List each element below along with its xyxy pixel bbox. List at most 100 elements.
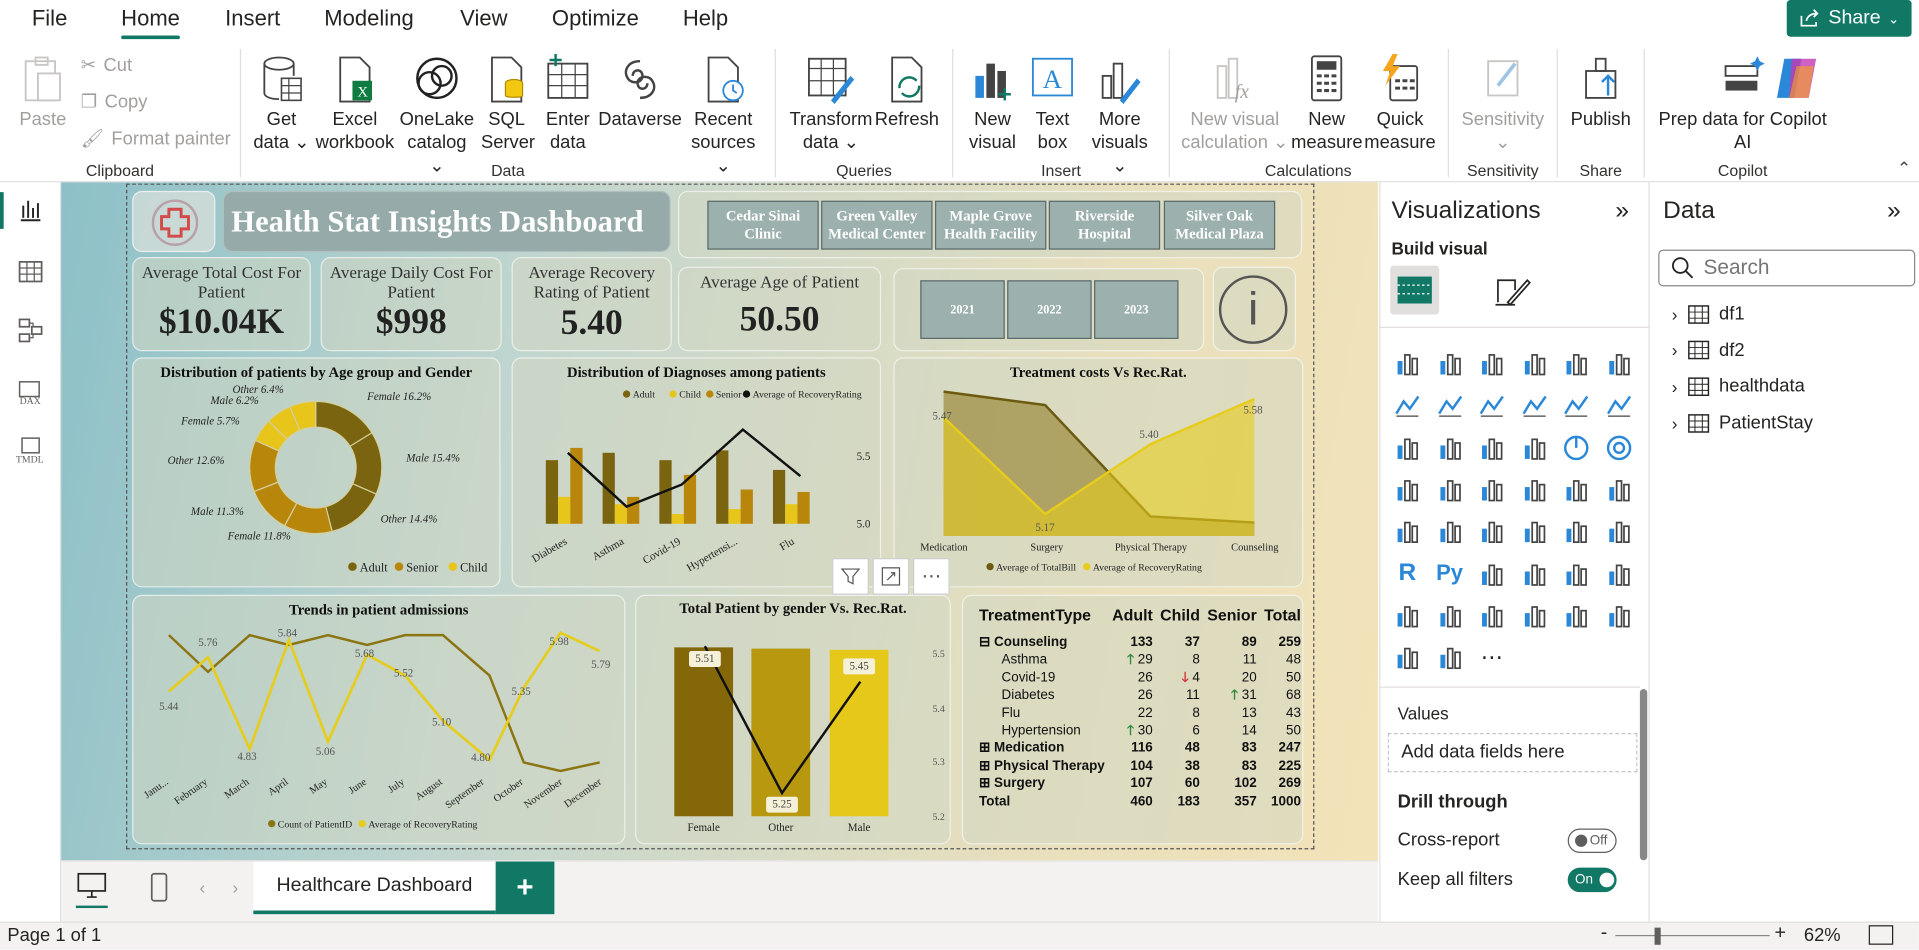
stacked-bar-icon[interactable] (1393, 349, 1422, 378)
map-icon[interactable] (1435, 475, 1464, 504)
power-automate-arrow-icon[interactable] (1435, 643, 1464, 672)
data-search-box[interactable] (1658, 249, 1916, 287)
matrix-icon[interactable] (1604, 517, 1633, 546)
collapse-data-pane-icon[interactable]: » (1887, 197, 1901, 225)
power-apps-icon[interactable] (1477, 601, 1506, 630)
treemap-icon[interactable] (1393, 475, 1422, 504)
power-apps-diamond-icon[interactable] (1393, 643, 1422, 672)
mobile-layout-icon[interactable] (149, 871, 169, 909)
search-input[interactable] (1703, 255, 1888, 281)
zoom-out-button[interactable]: - (1601, 923, 1608, 945)
100-area-icon[interactable] (1519, 391, 1548, 420)
collapse-pane-icon[interactable]: » (1615, 197, 1629, 225)
ribbon-chart-icon[interactable] (1393, 433, 1422, 462)
waterfall-icon[interactable] (1435, 433, 1464, 462)
data-table-item[interactable]: › df2 (1672, 340, 1745, 361)
paginated-report-icon[interactable] (1435, 601, 1464, 630)
matrix-cell: 13 (1241, 705, 1257, 721)
stacked-column-icon[interactable] (1435, 349, 1464, 378)
matrix-header-row: TreatmentType Adult Child Senior Total (975, 606, 1304, 634)
previous-page-icon[interactable]: ‹ (199, 877, 205, 897)
matrix-row-label: Hypertension (979, 723, 1081, 738)
key-influencers-icon[interactable] (1477, 559, 1506, 588)
line-clustered-icon[interactable] (1604, 391, 1633, 420)
chevron-right-icon: › (1671, 376, 1678, 397)
data-table-item[interactable]: › df1 (1672, 304, 1745, 325)
clustered-column-icon[interactable] (1519, 349, 1548, 378)
matrix-column-header[interactable]: Total (1260, 606, 1304, 634)
gauge-icon[interactable] (1604, 475, 1633, 504)
matrix-column-header[interactable]: Adult (1108, 606, 1156, 634)
x-tick-label: Flu (778, 535, 797, 553)
matrix-column-header[interactable]: Senior (1204, 606, 1261, 634)
filled-map-icon[interactable] (1477, 475, 1506, 504)
area-chart-icon[interactable] (1435, 391, 1464, 420)
100-column-icon[interactable] (1604, 349, 1633, 378)
zoom-slider-track[interactable] (1615, 934, 1770, 937)
page-tab-healthcare-dashboard[interactable]: Healthcare Dashboard (253, 861, 496, 915)
zoom-in-button[interactable]: + (1775, 923, 1786, 945)
table-icon[interactable] (1562, 517, 1591, 546)
matrix-column-header[interactable]: Child (1156, 606, 1203, 634)
clustered-bar-icon[interactable] (1477, 349, 1506, 378)
multi-row-card-icon[interactable] (1435, 517, 1464, 546)
x-tick-label: May (308, 776, 331, 796)
fit-to-page-icon[interactable] (1868, 925, 1894, 945)
r-visual-icon[interactable]: R (1393, 559, 1422, 588)
scatter-icon[interactable] (1519, 433, 1548, 462)
matrix-row-label: Covid-19 (979, 670, 1056, 686)
matrix-column-header[interactable]: TreatmentType (975, 606, 1108, 634)
values-drop-zone[interactable]: Add data fields here (1387, 733, 1638, 773)
diagnosis-bar (558, 496, 571, 524)
scrollbar[interactable] (1639, 688, 1648, 861)
goals-icon[interactable] (1604, 601, 1633, 630)
build-visual-tab[interactable] (1390, 265, 1440, 315)
kpi-icon[interactable] (1477, 517, 1506, 546)
filter-icon[interactable] (832, 558, 869, 595)
slicer-icon[interactable] (1519, 517, 1548, 546)
matrix-row-label: Asthma (979, 652, 1048, 668)
matrix-row: ⊞ Medication 116 48 83 247 (975, 740, 1304, 758)
drill-through-label: Drill through (1397, 791, 1508, 813)
matrix-row-label[interactable]: ⊟ Counseling (975, 634, 1108, 652)
focus-mode-icon[interactable] (872, 558, 910, 595)
decomposition-tree-icon[interactable] (1519, 559, 1548, 588)
matrix-cell: 133 (1130, 635, 1153, 650)
matrix-cell: 460 (1130, 793, 1153, 809)
x-tick-label: August (414, 777, 445, 803)
qa-icon[interactable] (1562, 559, 1591, 588)
shape-map-icon[interactable] (1519, 475, 1548, 504)
legend-label: Senior (406, 561, 438, 575)
desktop-layout-icon[interactable] (76, 871, 108, 906)
100-bar-icon[interactable] (1562, 349, 1591, 378)
line-chart-icon[interactable] (1393, 391, 1422, 420)
funnel-icon[interactable] (1477, 433, 1506, 462)
narrative-icon[interactable] (1604, 559, 1633, 588)
power-bi-app: File Home Insert Modeling View Optimize … (0, 0, 1919, 950)
add-page-button[interactable]: + (495, 861, 555, 915)
power-automate-icon[interactable] (1519, 601, 1548, 630)
more-visuals-icon[interactable]: ⋯ (1477, 643, 1506, 672)
line-column-icon[interactable] (1562, 391, 1591, 420)
data-table-item[interactable]: › PatientStay (1672, 413, 1813, 434)
format-visual-tab[interactable] (1491, 270, 1533, 318)
matrix-row: ⊞ Physical Therapy 104 38 83 225 (975, 757, 1304, 775)
matrix-row-label[interactable]: ⊞ Physical Therapy (975, 757, 1108, 775)
cross-report-toggle[interactable]: Off (1567, 828, 1617, 853)
more-options-icon[interactable]: ⋯ (912, 558, 950, 595)
card-icon[interactable] (1393, 517, 1422, 546)
python-visual-icon[interactable]: Py (1435, 559, 1464, 588)
pie-chart-icon[interactable] (1562, 433, 1591, 462)
donut-chart-icon[interactable] (1604, 433, 1633, 462)
power-automate-flow-icon[interactable] (1562, 601, 1591, 630)
matrix-row-label[interactable]: ⊞ Surgery (975, 775, 1108, 793)
data-table-item[interactable]: › healthdata (1672, 376, 1805, 397)
keep-all-filters-toggle[interactable]: On (1567, 867, 1617, 893)
next-page-icon[interactable]: › (233, 877, 239, 897)
matrix-row-label[interactable]: ⊞ Medication (975, 740, 1108, 758)
metrics-icon[interactable] (1393, 601, 1422, 630)
azure-map-icon[interactable] (1562, 475, 1591, 504)
matrix-cell: 83 (1241, 740, 1257, 756)
zoom-slider-thumb[interactable] (1654, 927, 1661, 945)
stacked-area-icon[interactable] (1477, 391, 1506, 420)
